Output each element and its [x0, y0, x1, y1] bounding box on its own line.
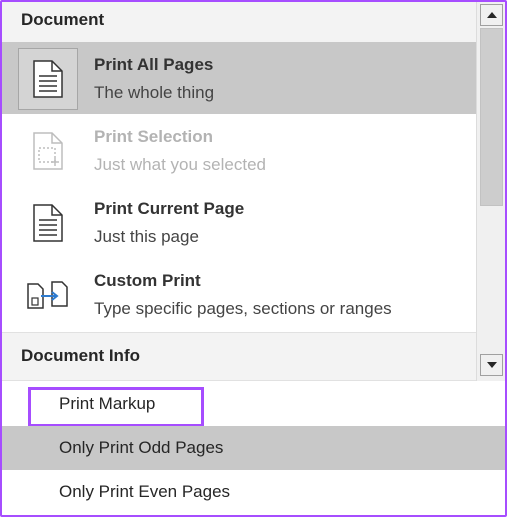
option-subtitle: The whole thing — [94, 83, 215, 102]
option-custom-print[interactable]: Custom Print Type specific pages, sectio… — [2, 258, 476, 330]
triangle-up-icon — [486, 12, 497, 18]
menu-item-only-print-odd-pages[interactable]: Only Print Odd Pages — [2, 426, 505, 470]
option-title: Custom Print — [94, 271, 201, 290]
option-print-current-page[interactable]: Print Current Page Just this page — [2, 186, 476, 258]
option-title: Print All Pages — [94, 55, 214, 74]
option-subtitle: Just this page — [94, 227, 199, 246]
highlight-box — [28, 387, 204, 427]
current-page-icon — [18, 192, 78, 254]
scrollbar[interactable] — [476, 2, 505, 381]
custom-print-icon — [18, 264, 78, 326]
scroll-up-button[interactable] — [480, 4, 503, 26]
option-title: Print Selection — [94, 127, 214, 146]
menu-item-label: Only Print Even Pages — [59, 482, 231, 501]
menu-item-label: Only Print Odd Pages — [59, 438, 224, 457]
section-header-label: Document Info — [21, 346, 140, 365]
section-header-document-info: Document Info — [2, 332, 476, 381]
menu-item-only-print-even-pages[interactable]: Only Print Even Pages — [2, 470, 505, 514]
option-subtitle: Just what you selected — [94, 155, 266, 174]
option-subtitle: Type specific pages, sections or ranges — [94, 299, 392, 318]
option-title: Print Current Page — [94, 199, 245, 218]
triangle-down-icon — [486, 362, 497, 368]
section-header-label: Document — [21, 10, 105, 29]
selection-page-icon — [18, 120, 78, 182]
option-print-selection[interactable]: Print Selection Just what you selected — [2, 114, 476, 186]
print-options-dropdown: Document Print All Pages The whole thing — [0, 0, 507, 517]
scrollbar-thumb[interactable] — [480, 28, 503, 206]
scroll-down-button[interactable] — [480, 354, 503, 376]
page-lines-icon — [18, 48, 78, 110]
section-header-document: Document — [2, 2, 476, 42]
option-print-all-pages[interactable]: Print All Pages The whole thing — [2, 42, 476, 114]
